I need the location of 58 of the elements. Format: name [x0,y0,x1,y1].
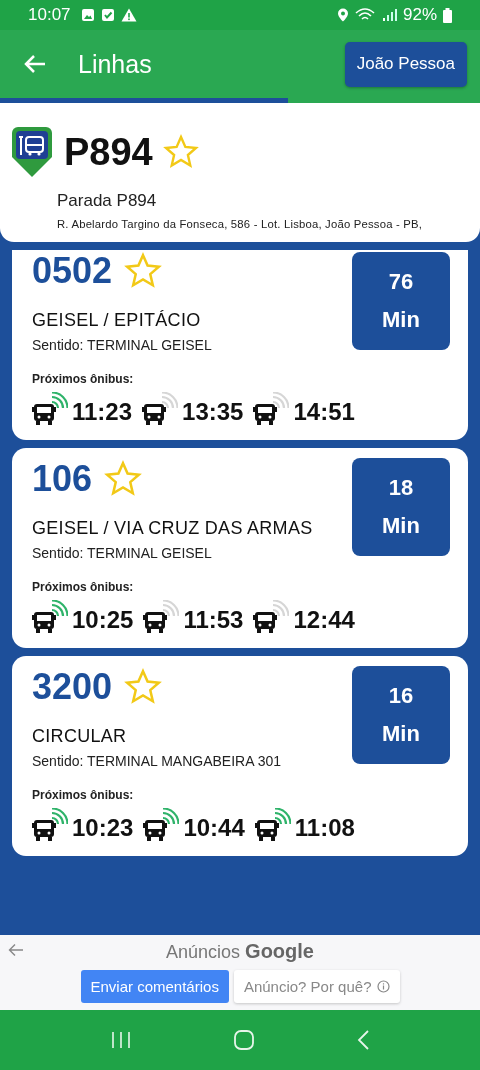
line-number: 3200 [32,666,113,708]
signal-icon [380,8,397,22]
direction-text: Sentido: TERMINAL MANGABEIRA 301 [32,753,281,769]
star-icon[interactable] [124,252,163,290]
bus-stop-pin-icon [12,127,52,177]
line-number: 106 [32,458,93,500]
route-name: GEISEL / VIA CRUZ DAS ARMAS [32,518,313,539]
bus-time: 10:23 [72,814,134,842]
bus-time: 10:44 [183,814,245,842]
home-icon[interactable] [233,1029,255,1051]
star-icon[interactable] [124,668,163,706]
star-icon[interactable] [104,460,143,498]
bus-time: 12:44 [293,606,355,634]
direction-text: Sentido: TERMINAL GEISEL [32,545,213,561]
city-button[interactable]: João Pessoa [344,41,467,87]
bus-time: 13:35 [182,398,244,426]
clock: 10:07 [28,5,71,25]
screen-title: Linhas [78,49,152,79]
line-card[interactable]: 106 GEISEL / VIA CRUZ DAS ARMAS Sentido: TERMINAL GEISEL 18 Min Próximos ônibus: 10:25 11:53 12:44 [12,448,468,648]
recents-icon[interactable] [110,1030,133,1050]
eta-unit: Min [382,513,420,539]
star-icon[interactable] [162,134,199,170]
ads-label: Anúncios [166,942,241,963]
route-name: CIRCULAR [32,726,128,747]
info-icon [376,980,390,993]
bus-time: 14:51 [293,398,355,426]
bus-time: 11:23 [72,398,133,426]
back-arrow-icon[interactable] [8,943,24,957]
eta-value: 76 [388,269,414,295]
next-buses-label: Próximos ônibus: [32,580,135,594]
line-card[interactable]: 3200 CIRCULAR Sentido: TERMINAL MANGABEIRA 301 16 Min Próximos ônibus: 10:23 10:44 11:08 [12,656,468,856]
checkbox-icon [100,8,115,22]
back-icon[interactable] [355,1029,370,1051]
wifi-icon [354,8,375,22]
bus-time: 10:25 [72,606,134,634]
line-number: 0502 [32,250,113,292]
route-name: GEISEL / EPITÁCIO [32,310,202,331]
location-icon [336,8,349,22]
stop-address: R. Abelardo Targino da Fonseca, 586 - Lot. Lisboa, João Pessoa - PB, [57,218,424,230]
feedback-button[interactable]: Enviar comentários [80,970,229,1003]
direction-text: Sentido: TERMINAL GEISEL [32,337,212,353]
ads-brand: Google [245,940,314,963]
eta-unit: Min [382,721,420,747]
battery-level: 92% [402,5,437,25]
image-icon [80,8,95,22]
battery-icon [443,7,452,23]
bus-time: 11:08 [294,814,355,842]
bus-time: 11:53 [183,606,244,634]
next-buses-label: Próximos ônibus: [32,372,135,386]
warning-icon [120,8,137,22]
why-ad-button[interactable]: Anúncio? Por quê? [233,970,400,1003]
line-card[interactable]: 0502 GEISEL / EPITÁCIO Sentido: TERMINAL GEISEL 76 Min Próximos ônibus: 11:23 13:35 14:51 [12,250,468,440]
stop-code: P894 [64,130,153,174]
next-buses-label: Próximos ônibus: [32,788,135,802]
stop-name: Parada P894 [57,191,158,211]
eta-unit: Min [382,307,420,333]
eta-value: 18 [388,475,414,501]
eta-value: 16 [388,683,414,709]
